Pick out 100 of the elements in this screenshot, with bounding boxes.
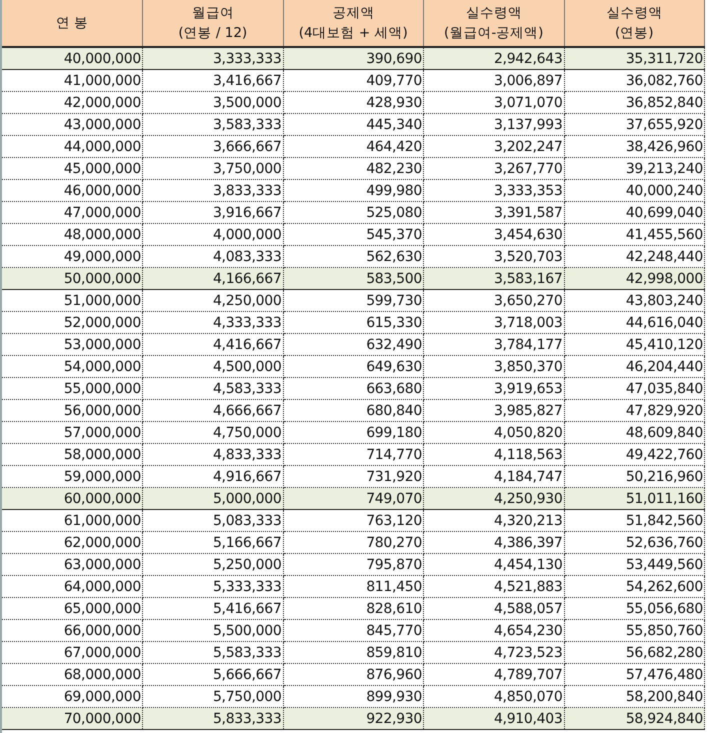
table-cell: 3,750,000 [142,158,283,180]
table-cell: 46,204,440 [564,356,704,378]
table-cell: 3,500,000 [142,92,283,114]
table-cell: 40,000,240 [564,180,704,202]
table-cell: 36,082,760 [564,70,704,92]
table-cell: 57,476,480 [564,664,704,686]
table-cell: 845,770 [283,620,424,642]
table-cell: 3,333,333 [142,47,283,70]
table-cell: 4,789,707 [424,664,564,686]
table-cell: 811,450 [283,576,424,598]
table-cell: 482,230 [283,158,424,180]
column-header: 실수령액 (연봉) [564,0,704,47]
table-cell: 45,000,000 [2,158,142,180]
table-cell: 55,850,760 [564,620,704,642]
table-cell: 4,118,563 [424,444,564,466]
table-cell: 464,420 [283,136,424,158]
table-cell: 5,500,000 [142,620,283,642]
table-cell: 780,270 [283,532,424,554]
table-cell: 525,080 [283,202,424,224]
table-cell: 3,650,270 [424,290,564,312]
table-cell: 3,416,667 [142,70,283,92]
table-cell: 42,998,000 [564,268,704,290]
table-cell: 714,770 [283,444,424,466]
table-cell: 47,035,840 [564,378,704,400]
table-cell: 649,630 [283,356,424,378]
table-cell: 42,000,000 [2,92,142,114]
table-cell: 4,250,930 [424,488,564,510]
table-cell: 38,426,960 [564,136,704,158]
table-cell: 36,852,840 [564,92,704,114]
table-cell: 57,000,000 [2,422,142,444]
table-cell: 3,583,333 [142,114,283,136]
table-cell: 4,454,130 [424,554,564,576]
table-cell: 4,750,000 [142,422,283,444]
table-cell: 48,609,840 [564,422,704,444]
table-cell: 53,449,560 [564,554,704,576]
table-cell: 4,386,397 [424,532,564,554]
table-cell: 3,916,667 [142,202,283,224]
table-cell: 39,213,240 [564,158,704,180]
table-cell: 50,000,000 [2,268,142,290]
table-cell: 64,000,000 [2,576,142,598]
table-cell: 40,000,000 [2,47,142,70]
table-cell: 3,850,370 [424,356,564,378]
table-cell: 2,942,643 [424,47,564,70]
table-cell: 41,455,560 [564,224,704,246]
table-cell: 859,810 [283,642,424,664]
table-cell: 5,416,667 [142,598,283,620]
table-cell: 409,770 [283,70,424,92]
table-cell: 44,000,000 [2,136,142,158]
column-header: 공제액 (4대보험 + 세액) [283,0,424,47]
table-cell: 795,870 [283,554,424,576]
table-cell: 4,910,403 [424,708,564,730]
table-cell: 3,919,653 [424,378,564,400]
table-cell: 390,690 [283,47,424,70]
table-cell: 5,166,667 [142,532,283,554]
table-cell: 3,202,247 [424,136,564,158]
table-cell: 699,180 [283,422,424,444]
table-cell: 5,250,000 [142,554,283,576]
table-cell: 48,000,000 [2,224,142,246]
table-cell: 45,410,120 [564,334,704,356]
table-cell: 632,490 [283,334,424,356]
table-cell: 54,262,600 [564,576,704,598]
table-cell: 3,006,897 [424,70,564,92]
table-cell: 52,636,760 [564,532,704,554]
table-cell: 428,930 [283,92,424,114]
table-cell: 3,985,827 [424,400,564,422]
table-cell: 62,000,000 [2,532,142,554]
table-cell: 52,000,000 [2,312,142,334]
table-cell: 445,340 [283,114,424,136]
table-cell: 5,000,000 [142,488,283,510]
table-cell: 61,000,000 [2,510,142,532]
table-cell: 43,000,000 [2,114,142,136]
table-cell: 615,330 [283,312,424,334]
table-cell: 46,000,000 [2,180,142,202]
table-cell: 3,784,177 [424,334,564,356]
column-header: 실수령액 (월급여-공제액) [424,0,564,47]
table-cell: 35,311,720 [564,47,704,70]
table-cell: 4,654,230 [424,620,564,642]
table-cell: 51,000,000 [2,290,142,312]
table-cell: 3,583,167 [424,268,564,290]
table-cell: 55,000,000 [2,378,142,400]
table-cell: 3,833,333 [142,180,283,202]
table-cell: 4,666,667 [142,400,283,422]
table-cell: 3,333,353 [424,180,564,202]
table-cell: 5,833,333 [142,708,283,730]
table-cell: 3,137,993 [424,114,564,136]
table-cell: 922,930 [283,708,424,730]
table-cell: 828,610 [283,598,424,620]
table-cell: 67,000,000 [2,642,142,664]
table-cell: 4,416,667 [142,334,283,356]
table-cell: 4,723,523 [424,642,564,664]
table-cell: 583,500 [283,268,424,290]
table-cell: 47,829,920 [564,400,704,422]
column-header: 연 봉 [2,0,142,47]
table-cell: 47,000,000 [2,202,142,224]
table-cell: 51,842,560 [564,510,704,532]
table-cell: 60,000,000 [2,488,142,510]
table-cell: 68,000,000 [2,664,142,686]
table-cell: 680,840 [283,400,424,422]
table-cell: 4,521,883 [424,576,564,598]
table-cell: 3,391,587 [424,202,564,224]
